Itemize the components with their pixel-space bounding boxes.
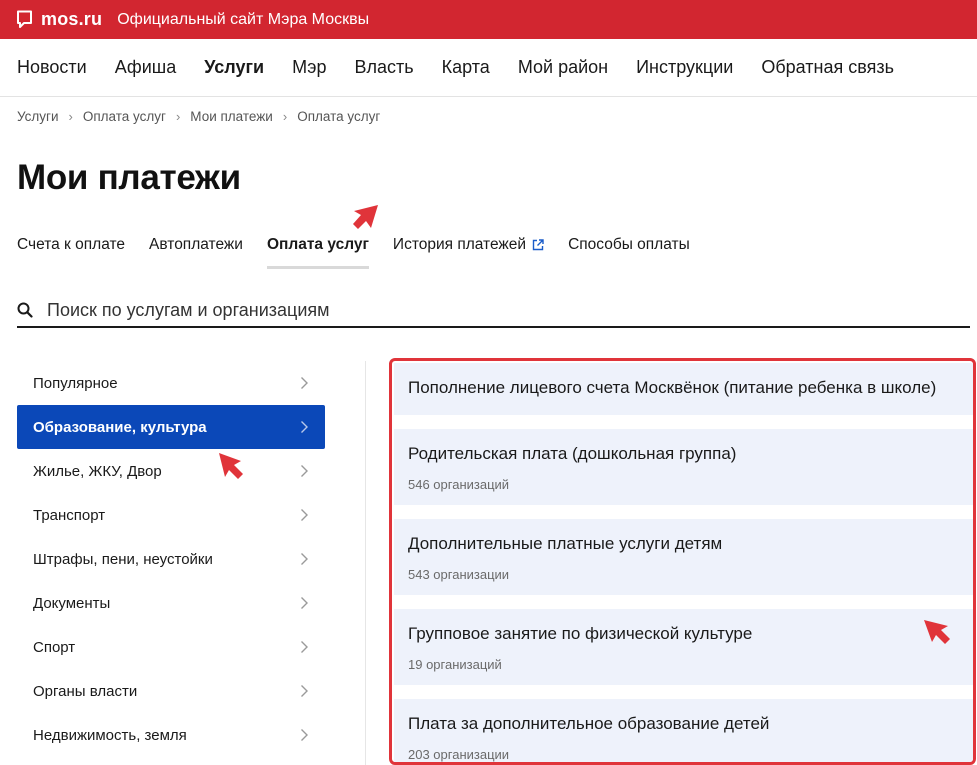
category-sidebar: Популярное Образование, культура Жилье, … bbox=[17, 361, 325, 757]
category-label: Популярное bbox=[33, 374, 118, 392]
service-card[interactable]: Групповое занятие по физической культуре… bbox=[394, 609, 973, 685]
tab-label: Счета к оплате bbox=[17, 236, 126, 253]
column-divider bbox=[365, 361, 366, 765]
chevron-right-icon bbox=[301, 421, 308, 433]
tab-pay-services[interactable]: Оплата услуг bbox=[266, 235, 369, 269]
chevron-right-icon bbox=[301, 685, 308, 697]
breadcrumb-item[interactable]: Мои платежи bbox=[190, 109, 273, 124]
service-card[interactable]: Плата за дополнительное образование дете… bbox=[394, 699, 973, 762]
breadcrumb-separator-icon: › bbox=[282, 109, 288, 124]
breadcrumb: Услуги › Оплата услуг › Мои платежи › Оп… bbox=[17, 109, 380, 124]
category-label: Недвижимость, земля bbox=[33, 726, 187, 744]
site-title: Официальный сайт Мэра Москвы bbox=[117, 10, 370, 28]
search-input[interactable] bbox=[47, 299, 970, 321]
annotation-arrow-icon bbox=[924, 620, 950, 644]
annotation-arrow-icon bbox=[219, 453, 243, 479]
category-label: Жилье, ЖКУ, Двор bbox=[33, 462, 162, 480]
chevron-right-icon bbox=[301, 597, 308, 609]
category-education-culture[interactable]: Образование, культура bbox=[17, 405, 325, 449]
search-bar bbox=[17, 294, 970, 328]
nav-item-government[interactable]: Власть bbox=[354, 57, 413, 78]
tab-payment-methods[interactable]: Способы оплаты bbox=[568, 235, 690, 269]
nav-item-news[interactable]: Новости bbox=[17, 57, 87, 78]
category-transport[interactable]: Транспорт bbox=[17, 493, 325, 537]
service-org-count: 19 организаций bbox=[408, 657, 502, 672]
service-title: Дополнительные платные услуги детям bbox=[408, 534, 723, 553]
tab-label: Способы оплаты bbox=[568, 236, 690, 253]
category-label: Транспорт bbox=[33, 506, 106, 524]
service-org-count: 203 организации bbox=[408, 747, 510, 762]
main-nav: Новости Афиша Услуги Мэр Власть Карта Мо… bbox=[0, 39, 977, 97]
chevron-right-icon bbox=[301, 465, 308, 477]
nav-item-mayor[interactable]: Мэр bbox=[292, 57, 326, 78]
chevron-right-icon bbox=[301, 377, 308, 389]
category-label: Органы власти bbox=[33, 682, 138, 700]
nav-item-afisha[interactable]: Афиша bbox=[115, 57, 177, 78]
service-title: Родительская плата (дошкольная группа) bbox=[408, 444, 737, 463]
tab-label: История платежей bbox=[392, 236, 527, 253]
service-org-count: 543 организации bbox=[408, 567, 510, 582]
category-label: Образование, культура bbox=[33, 418, 207, 436]
breadcrumb-item-current: Оплата услуг bbox=[297, 109, 381, 124]
breadcrumb-separator-icon: › bbox=[68, 109, 73, 124]
nav-item-instructions[interactable]: Инструкции bbox=[636, 57, 733, 78]
tab-bills[interactable]: Счета к оплате bbox=[17, 235, 125, 269]
mos-logo-icon[interactable] bbox=[16, 10, 33, 29]
services-list: Пополнение лицевого счета Москвёнок (пит… bbox=[389, 358, 976, 765]
chevron-right-icon bbox=[301, 641, 308, 653]
chevron-right-icon bbox=[301, 509, 308, 521]
tab-autopayments[interactable]: Автоплатежи bbox=[149, 235, 243, 269]
chevron-right-icon bbox=[301, 729, 308, 741]
service-card[interactable]: Дополнительные платные услуги детям 543 … bbox=[394, 519, 973, 595]
payment-tabs: Счета к оплате Автоплатежи Оплата услуг … bbox=[17, 235, 714, 271]
category-label: Спорт bbox=[33, 638, 76, 656]
nav-item-services[interactable]: Услуги bbox=[204, 57, 264, 78]
category-fines[interactable]: Штрафы, пени, неустойки bbox=[17, 537, 325, 581]
tab-payment-history[interactable]: История платежей bbox=[393, 235, 544, 269]
category-label: Документы bbox=[33, 594, 111, 612]
breadcrumb-separator-icon: › bbox=[175, 109, 181, 124]
page-title: Мои платежи bbox=[17, 158, 241, 197]
category-label: Штрафы, пени, неустойки bbox=[33, 550, 213, 568]
chevron-right-icon bbox=[301, 553, 308, 565]
service-card[interactable]: Родительская плата (дошкольная группа) 5… bbox=[394, 429, 973, 505]
top-bar: mos.ru Официальный сайт Мэра Москвы bbox=[0, 0, 977, 39]
external-link-icon bbox=[532, 239, 544, 251]
nav-item-my-district[interactable]: Мой район bbox=[518, 57, 608, 78]
site-logo[interactable]: mos.ru bbox=[41, 9, 102, 30]
nav-item-map[interactable]: Карта bbox=[442, 57, 490, 78]
breadcrumb-item[interactable]: Оплата услуг bbox=[83, 109, 166, 124]
category-real-estate[interactable]: Недвижимость, земля bbox=[17, 713, 325, 757]
service-title: Пополнение лицевого счета Москвёнок (пит… bbox=[408, 378, 937, 397]
search-icon bbox=[17, 302, 33, 318]
tab-label: Оплата услуг bbox=[266, 236, 369, 253]
category-popular[interactable]: Популярное bbox=[17, 361, 325, 405]
category-documents[interactable]: Документы bbox=[17, 581, 325, 625]
service-title: Групповое занятие по физической культуре bbox=[408, 624, 753, 643]
breadcrumb-item[interactable]: Услуги bbox=[17, 109, 59, 124]
nav-item-feedback[interactable]: Обратная связь bbox=[761, 57, 894, 78]
category-sport[interactable]: Спорт bbox=[17, 625, 325, 669]
category-authorities[interactable]: Органы власти bbox=[17, 669, 325, 713]
service-title: Плата за дополнительное образование дете… bbox=[408, 714, 770, 733]
service-card[interactable]: Пополнение лицевого счета Москвёнок (пит… bbox=[394, 363, 973, 415]
category-housing[interactable]: Жилье, ЖКУ, Двор bbox=[17, 449, 325, 493]
annotation-arrow-icon bbox=[353, 205, 378, 229]
service-org-count: 546 организаций bbox=[408, 477, 510, 492]
tab-label: Автоплатежи bbox=[149, 236, 243, 253]
